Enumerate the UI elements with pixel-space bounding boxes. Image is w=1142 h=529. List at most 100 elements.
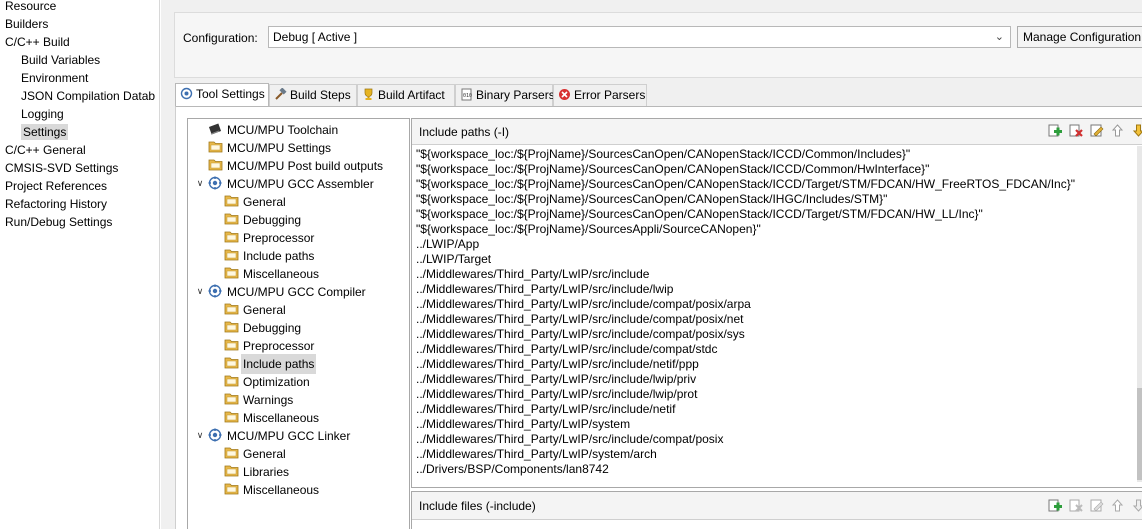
include-path-item[interactable]: "${workspace_loc:/${ProjName}/SourcesCan… xyxy=(416,192,887,207)
include-path-item[interactable]: ../Middlewares/Third_Party/LwIP/src/incl… xyxy=(416,282,673,297)
include-path-item[interactable]: ../LWIP/App xyxy=(416,237,479,252)
tree-item-preprocessor[interactable]: Preprocessor xyxy=(188,336,408,354)
move-down-icon[interactable] xyxy=(1131,498,1142,513)
nav-item-cmsis-svd-settings[interactable]: CMSIS-SVD Settings xyxy=(5,159,118,177)
include-files-header: Include files (-include) xyxy=(412,492,1142,520)
folder-icon xyxy=(224,482,239,495)
delete-icon[interactable] xyxy=(1068,498,1083,513)
nav-item-c-c-build[interactable]: C/C++ Build xyxy=(5,33,70,51)
tree-item-general[interactable]: General xyxy=(188,300,408,318)
move-up-icon[interactable] xyxy=(1110,498,1125,513)
include-path-item[interactable]: ../Drivers/BSP/Components/lan8742 xyxy=(416,462,609,477)
nav-item-label: C/C++ Build xyxy=(5,35,70,49)
tab-error-parsers[interactable]: Error Parsers xyxy=(553,84,647,106)
include-path-item[interactable]: ../Middlewares/Third_Party/LwIP/src/incl… xyxy=(416,432,723,447)
tree-item-label: MCU/MPU GCC Compiler xyxy=(227,285,366,299)
settings-tabs: Tool Settings Build Steps Build Artifact 01… xyxy=(175,83,1142,107)
move-down-icon[interactable] xyxy=(1131,123,1142,138)
folder-icon xyxy=(224,464,239,477)
nav-item-run-debug-settings[interactable]: Run/Debug Settings xyxy=(5,213,112,231)
nav-item-refactoring-history[interactable]: Refactoring History xyxy=(5,195,107,213)
tree-item-miscellaneous[interactable]: Miscellaneous xyxy=(188,480,408,498)
include-path-item[interactable]: "${workspace_loc:/${ProjName}/SourcesCan… xyxy=(416,162,929,177)
folder-icon xyxy=(224,248,239,261)
tree-item-mcu-mpu-post-build-outputs[interactable]: MCU/MPU Post build outputs xyxy=(188,156,408,174)
tree-item-miscellaneous[interactable]: Miscellaneous xyxy=(188,264,408,282)
include-paths-title: Include paths (-I) xyxy=(419,125,510,139)
nav-item-project-references[interactable]: Project References xyxy=(5,177,107,195)
include-path-item[interactable]: ../Middlewares/Third_Party/LwIP/src/incl… xyxy=(416,297,751,312)
tree-item-include-paths[interactable]: Include paths xyxy=(188,246,408,264)
tree-item-general[interactable]: General xyxy=(188,192,408,210)
delete-icon[interactable] xyxy=(1068,123,1083,138)
include-path-item[interactable]: ../Middlewares/Third_Party/LwIP/src/incl… xyxy=(416,312,743,327)
tab-tool-settings[interactable]: Tool Settings xyxy=(175,83,269,107)
include-path-item[interactable]: "${workspace_loc:/${ProjName}/SourcesCan… xyxy=(416,207,983,222)
include-path-item[interactable]: ../Middlewares/Third_Party/LwIP/src/incl… xyxy=(416,342,717,357)
nav-item-json-compilation-datab[interactable]: JSON Compilation Datab xyxy=(21,87,155,105)
include-path-item[interactable]: ../LWIP/Target xyxy=(416,252,491,267)
include-path-item[interactable]: ../Middlewares/Third_Party/LwIP/src/incl… xyxy=(416,372,696,387)
tree-item-label: Miscellaneous xyxy=(243,267,320,281)
gear-icon xyxy=(208,176,222,190)
include-path-item[interactable]: ../Middlewares/Third_Party/LwIP/src/incl… xyxy=(416,402,675,417)
include-path-item[interactable]: "${workspace_loc:/${ProjName}/SourcesCan… xyxy=(416,147,910,162)
move-up-icon[interactable] xyxy=(1110,123,1125,138)
nav-item-environment[interactable]: Environment xyxy=(21,69,88,87)
tree-item-libraries[interactable]: Libraries xyxy=(188,462,408,480)
tree-item-warnings[interactable]: Warnings xyxy=(188,390,408,408)
tree-item-mcu-mpu-gcc-compiler[interactable]: ∨ MCU/MPU GCC Compiler xyxy=(188,282,408,300)
nav-item-build-variables[interactable]: Build Variables xyxy=(21,51,100,69)
tab-build-artifact[interactable]: Build Artifact xyxy=(357,84,455,106)
manage-configurations-button[interactable]: Manage Configuration xyxy=(1017,26,1142,48)
tree-item-miscellaneous[interactable]: Miscellaneous xyxy=(188,408,408,426)
tree-item-label: Include paths xyxy=(243,249,315,263)
tree-item-mcu-mpu-toolchain[interactable]: MCU/MPU Toolchain xyxy=(188,120,408,138)
tree-item-mcu-mpu-gcc-assembler[interactable]: ∨ MCU/MPU GCC Assembler xyxy=(188,174,408,192)
include-path-item[interactable]: ../Middlewares/Third_Party/LwIP/system xyxy=(416,417,630,432)
include-path-item[interactable]: ../Middlewares/Third_Party/LwIP/src/incl… xyxy=(416,327,745,342)
tree-item-mcu-mpu-settings[interactable]: MCU/MPU Settings xyxy=(188,138,408,156)
tree-item-preprocessor[interactable]: Preprocessor xyxy=(188,228,408,246)
include-path-item[interactable]: ../Middlewares/Third_Party/LwIP/src/incl… xyxy=(416,357,699,372)
scrollbar-thumb[interactable] xyxy=(1137,388,1142,480)
chevron-down-icon[interactable]: ∨ xyxy=(195,430,205,440)
tree-item-debugging[interactable]: Debugging xyxy=(188,318,408,336)
include-path-item[interactable]: "${workspace_loc:/${ProjName}/SourcesApp… xyxy=(416,222,761,237)
include-path-item[interactable]: ../Middlewares/Third_Party/LwIP/src/incl… xyxy=(416,267,649,282)
tree-item-label: Include paths xyxy=(241,354,317,374)
tree-item-label: Miscellaneous xyxy=(243,483,320,497)
include-path-item[interactable]: ../Middlewares/Third_Party/LwIP/src/incl… xyxy=(416,387,697,402)
tree-item-label: Preprocessor xyxy=(243,339,315,353)
edit-icon[interactable] xyxy=(1089,123,1104,138)
tab-binary-parsers[interactable]: 010 Binary Parsers xyxy=(455,84,555,106)
include-paths-panel: Include paths (-I) "${workspace_loc:/${P… xyxy=(411,118,1142,488)
tree-item-mcu-mpu-gcc-linker[interactable]: ∨ MCU/MPU GCC Linker xyxy=(188,426,408,444)
nav-item-c-c-general[interactable]: C/C++ General xyxy=(5,141,86,159)
include-path-item[interactable]: ../Middlewares/Third_Party/LwIP/system/a… xyxy=(416,447,657,462)
chevron-down-icon[interactable]: ∨ xyxy=(195,178,205,188)
tree-item-include-paths[interactable]: Include paths xyxy=(188,354,408,374)
tree-item-optimization[interactable]: Optimization xyxy=(188,372,408,390)
nav-item-logging[interactable]: Logging xyxy=(21,105,64,123)
tree-item-label: Libraries xyxy=(243,465,290,479)
configuration-value: Debug [ Active ] xyxy=(273,30,358,44)
folder-icon xyxy=(224,194,239,207)
folder-icon xyxy=(224,320,239,333)
nav-item-builders[interactable]: Builders xyxy=(5,15,48,33)
add-icon[interactable] xyxy=(1047,123,1062,138)
tree-item-debugging[interactable]: Debugging xyxy=(188,210,408,228)
nav-item-label: Resource xyxy=(5,0,57,13)
add-icon[interactable] xyxy=(1047,498,1062,513)
include-paths-scrollbar[interactable] xyxy=(1137,146,1142,482)
edit-icon[interactable] xyxy=(1089,498,1104,513)
configuration-select[interactable]: Debug [ Active ] ⌄ xyxy=(268,26,1011,48)
nav-item-label: C/C++ General xyxy=(5,143,86,157)
nav-item-settings[interactable]: Settings xyxy=(21,123,69,141)
chevron-down-icon[interactable]: ∨ xyxy=(195,286,205,296)
tab-build-steps[interactable]: Build Steps xyxy=(269,84,357,106)
include-paths-toolbar xyxy=(1043,123,1142,139)
nav-item-resource[interactable]: Resource xyxy=(5,0,56,15)
tree-item-general[interactable]: General xyxy=(188,444,408,462)
include-path-item[interactable]: "${workspace_loc:/${ProjName}/SourcesCan… xyxy=(416,177,1075,192)
